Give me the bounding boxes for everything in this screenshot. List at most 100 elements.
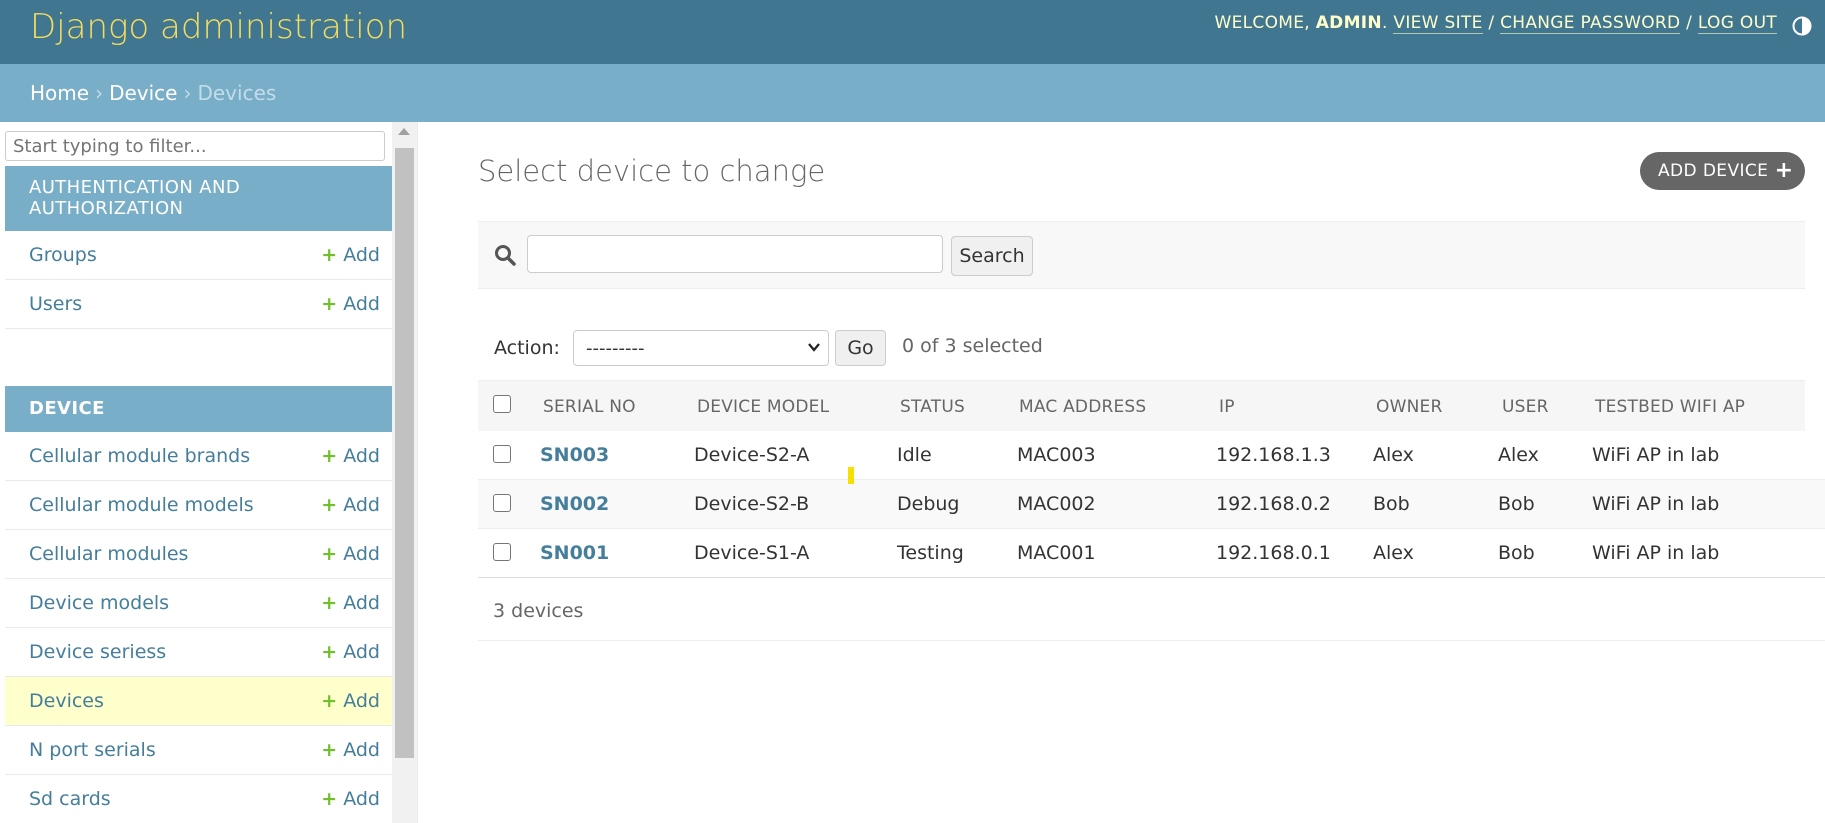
- add-devices-link[interactable]: + Add: [321, 690, 380, 712]
- serial-no-link[interactable]: SN002: [540, 493, 609, 515]
- column-header-device-model[interactable]: DEVICE MODEL: [697, 397, 829, 417]
- add-device-models-link[interactable]: + Add: [321, 592, 380, 614]
- sidebar-item-label[interactable]: N port serials: [29, 739, 156, 761]
- add-label: Add: [343, 293, 380, 315]
- add-label: Add: [343, 788, 380, 810]
- plus-icon: +: [321, 244, 338, 266]
- sidebar-item-label[interactable]: Cellular module brands: [29, 445, 250, 467]
- status-cell: Idle: [897, 444, 932, 466]
- row-select-checkbox[interactable]: [493, 445, 511, 463]
- table-header: SERIAL NO DEVICE MODEL STATUS MAC ADDRES…: [478, 380, 1805, 432]
- actions-bar: Action: --------- Go 0 of 3 selected: [478, 318, 1825, 378]
- device-model-cell: Device-S1-A: [694, 542, 810, 564]
- scroll-up-arrow-icon[interactable]: [398, 128, 410, 135]
- search-toolbar: Search: [478, 221, 1805, 289]
- user-cell: Alex: [1498, 444, 1539, 466]
- plus-icon: +: [321, 641, 338, 663]
- plus-icon: +: [1774, 158, 1793, 183]
- chevron-down-icon: [808, 343, 820, 352]
- plus-icon: +: [321, 690, 338, 712]
- site-branding[interactable]: Django administration: [30, 7, 407, 47]
- app-caption-auth[interactable]: AUTHENTICATION AND AUTHORIZATION: [5, 166, 392, 231]
- go-button[interactable]: Go: [835, 330, 886, 366]
- breadcrumb: Home › Device › Devices: [0, 64, 1825, 122]
- search-input[interactable]: [527, 235, 943, 273]
- mac-address-cell: MAC002: [1017, 493, 1096, 515]
- add-cellular-modules-link[interactable]: + Add: [321, 543, 380, 565]
- add-device-seriess-link[interactable]: + Add: [321, 641, 380, 663]
- row-select-checkbox[interactable]: [493, 543, 511, 561]
- breadcrumb-app[interactable]: Device: [109, 81, 177, 105]
- log-out-link[interactable]: LOG OUT: [1697, 13, 1777, 34]
- column-header-serial-no[interactable]: SERIAL NO: [543, 397, 636, 417]
- change-password-link[interactable]: CHANGE PASSWORD: [1500, 13, 1681, 34]
- add-label: Add: [343, 690, 380, 712]
- device-model-cell: Device-S2-A: [694, 444, 810, 466]
- column-header-status[interactable]: STATUS: [900, 397, 965, 417]
- action-select-value: ---------: [586, 338, 645, 359]
- status-cell: Testing: [897, 542, 964, 564]
- nav-filter-input[interactable]: [5, 131, 385, 161]
- add-users-link[interactable]: + Add: [321, 293, 380, 315]
- serial-no-link[interactable]: SN001: [540, 542, 609, 564]
- sidebar-item-sd-cards: Sd cards + Add: [5, 775, 392, 823]
- sidebar-item-label[interactable]: Cellular module models: [29, 494, 254, 516]
- result-count: 3 devices: [493, 600, 584, 622]
- column-header-testbed-wifi-ap[interactable]: TESTBED WIFI AP: [1595, 397, 1745, 417]
- sidebar-item-label[interactable]: Users: [29, 293, 82, 315]
- testbed-wifi-ap-cell: WiFi AP in lab: [1592, 542, 1720, 564]
- add-groups-link[interactable]: + Add: [321, 244, 380, 266]
- add-label: Add: [343, 641, 380, 663]
- user-tools-separator: /: [1488, 13, 1495, 33]
- sidebar-item-label[interactable]: Devices: [29, 690, 104, 712]
- ip-cell: 192.168.1.3: [1216, 444, 1331, 466]
- text-cursor-marker: [848, 467, 854, 484]
- select-all-checkbox[interactable]: [493, 395, 511, 413]
- column-header-owner[interactable]: OWNER: [1376, 397, 1442, 417]
- theme-toggle-icon[interactable]: [1791, 15, 1813, 37]
- sidebar-item-label[interactable]: Device models: [29, 592, 169, 614]
- testbed-wifi-ap-cell: WiFi AP in lab: [1592, 493, 1720, 515]
- sidebar-scrollbar-thumb[interactable]: [395, 148, 414, 758]
- breadcrumb-separator: ›: [95, 81, 104, 105]
- search-button[interactable]: Search: [951, 236, 1033, 276]
- plus-icon: +: [321, 293, 338, 315]
- testbed-wifi-ap-cell: WiFi AP in lab: [1592, 444, 1720, 466]
- breadcrumb-home[interactable]: Home: [30, 81, 89, 105]
- plus-icon: +: [321, 739, 338, 761]
- row-select-checkbox[interactable]: [493, 494, 511, 512]
- sidebar-item-n-port-serials: N port serials + Add: [5, 726, 392, 775]
- status-cell: Debug: [897, 493, 960, 515]
- device-model-cell: Device-S2-B: [694, 493, 810, 515]
- add-label: Add: [343, 739, 380, 761]
- owner-cell: Alex: [1373, 542, 1414, 564]
- breadcrumb-separator: ›: [183, 81, 192, 105]
- sidebar-item-cellular-module-models: Cellular module models + Add: [5, 481, 392, 530]
- sidebar-item-label[interactable]: Sd cards: [29, 788, 111, 810]
- header: Django administration WELCOME, ADMIN. VI…: [0, 0, 1825, 64]
- sidebar-item-label[interactable]: Device seriess: [29, 641, 166, 663]
- view-site-link[interactable]: VIEW SITE: [1393, 13, 1483, 34]
- mac-address-cell: MAC001: [1017, 542, 1096, 564]
- owner-cell: Alex: [1373, 444, 1414, 466]
- column-header-mac-address[interactable]: MAC ADDRESS: [1019, 397, 1146, 417]
- sidebar-item-label[interactable]: Groups: [29, 244, 97, 266]
- add-cellular-module-brands-link[interactable]: + Add: [321, 445, 380, 467]
- add-n-port-serials-link[interactable]: + Add: [321, 739, 380, 761]
- column-header-user[interactable]: USER: [1502, 397, 1549, 417]
- add-sd-cards-link[interactable]: + Add: [321, 788, 380, 810]
- add-device-label: ADD DEVICE: [1658, 161, 1769, 181]
- column-header-ip[interactable]: IP: [1219, 397, 1235, 417]
- user-tools-separator: /: [1686, 13, 1693, 33]
- sidebar-item-groups: Groups + Add: [5, 231, 392, 280]
- add-label: Add: [343, 592, 380, 614]
- serial-no-link[interactable]: SN003: [540, 444, 609, 466]
- add-cellular-module-models-link[interactable]: + Add: [321, 494, 380, 516]
- app-caption-device[interactable]: DEVICE: [5, 386, 392, 432]
- action-select[interactable]: ---------: [573, 330, 829, 366]
- sidebar-item-label[interactable]: Cellular modules: [29, 543, 188, 565]
- add-label: Add: [343, 543, 380, 565]
- add-device-button[interactable]: ADD DEVICE +: [1640, 152, 1805, 190]
- add-label: Add: [343, 494, 380, 516]
- action-label: Action:: [494, 337, 560, 359]
